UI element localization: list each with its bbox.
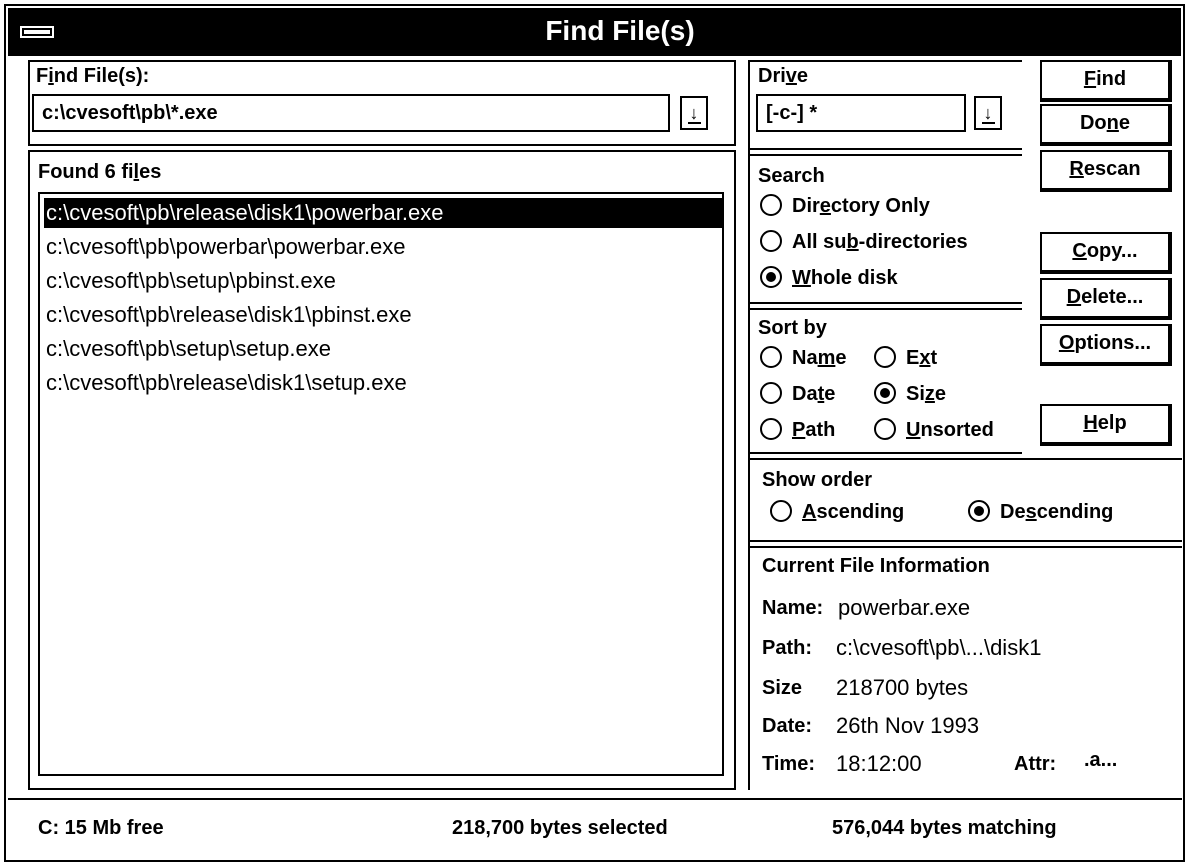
search-directory-only-label[interactable]: Directory Only xyxy=(792,194,930,218)
drive-label: Drive xyxy=(758,65,809,87)
found-files-list[interactable]: c:\cvesoft\pb\release\disk1\powerbar.exe… xyxy=(38,192,724,776)
info-size-value: 218700 bytes xyxy=(836,675,969,700)
show-order-title: Show order xyxy=(762,469,873,491)
drive-dropdown-button[interactable]: ↓ xyxy=(974,96,1002,130)
find-files-label: Find File(s): xyxy=(36,65,150,87)
info-group-top xyxy=(748,546,1182,548)
list-item[interactable]: c:\cvesoft\pb\release\disk1\powerbar.exe xyxy=(44,198,722,228)
sort-ext-label[interactable]: Ext xyxy=(906,346,937,370)
list-item[interactable]: c:\cvesoft\pb\setup\pbinst.exe xyxy=(44,266,336,296)
sort-ext-radio[interactable] xyxy=(874,346,896,368)
search-title: Search xyxy=(758,165,825,187)
drive-select[interactable]: [-c-] * xyxy=(756,94,966,132)
window-title: Find File(s) xyxy=(545,15,695,46)
done-button[interactable]: Done xyxy=(1040,104,1172,146)
sort-date-radio[interactable] xyxy=(760,382,782,404)
sort-size-label[interactable]: Size xyxy=(906,382,946,406)
find-button[interactable]: Find xyxy=(1040,60,1172,102)
sort-group-bottom xyxy=(748,452,1022,454)
info-time-label: Time: xyxy=(762,753,815,775)
list-item[interactable]: c:\cvesoft\pb\powerbar\powerbar.exe xyxy=(44,232,406,262)
order-ascending-label[interactable]: Ascending xyxy=(802,500,904,524)
status-bytes-matching: 576,044 bytes matching xyxy=(832,817,1057,839)
right-panel-divider xyxy=(748,60,750,790)
sort-name-label[interactable]: Name xyxy=(792,346,847,370)
info-path-value: c:\cvesoft\pb\...\disk1 xyxy=(836,635,1042,660)
info-time-value: 18:12:00 xyxy=(836,751,922,776)
dropdown-arrow-icon: ↓ xyxy=(981,103,995,124)
search-group-top xyxy=(748,154,1022,156)
options-button[interactable]: Options... xyxy=(1040,324,1172,366)
find-files-input[interactable]: c:\cvesoft\pb\*.exe xyxy=(32,94,670,132)
found-files-label: Found 6 files xyxy=(38,161,162,183)
info-path-label: Path: xyxy=(762,637,812,659)
sort-name-radio[interactable] xyxy=(760,346,782,368)
search-group-bottom xyxy=(748,302,1022,304)
status-bar-top xyxy=(8,798,1182,800)
order-ascending-radio[interactable] xyxy=(770,500,792,522)
info-attr-value: .a... xyxy=(1084,749,1118,771)
list-item[interactable]: c:\cvesoft\pb\setup\setup.exe xyxy=(44,334,331,364)
order-descending-label[interactable]: Descending xyxy=(1000,500,1113,524)
status-free-space: C: 15 Mb free xyxy=(38,817,164,839)
rescan-button[interactable]: Rescan xyxy=(1040,150,1172,192)
find-files-dropdown-button[interactable]: ↓ xyxy=(680,96,708,130)
sort-group-top xyxy=(748,308,1022,310)
info-title: Current File Information xyxy=(762,555,990,577)
info-size-label: Size xyxy=(762,677,803,699)
sort-title: Sort by xyxy=(758,317,827,339)
help-button[interactable]: Help xyxy=(1040,404,1172,446)
list-item[interactable]: c:\cvesoft\pb\release\disk1\setup.exe xyxy=(44,368,407,398)
sort-path-label[interactable]: Path xyxy=(792,418,835,442)
sort-path-radio[interactable] xyxy=(760,418,782,440)
system-menu-icon xyxy=(20,26,54,38)
show-order-group-bottom xyxy=(748,540,1182,542)
search-all-subdirectories-radio[interactable] xyxy=(760,230,782,252)
sort-date-label[interactable]: Date xyxy=(792,382,835,406)
search-directory-only-radio[interactable] xyxy=(760,194,782,216)
show-order-group-top xyxy=(748,458,1182,460)
status-bytes-selected: 218,700 bytes selected xyxy=(452,817,668,839)
dropdown-arrow-icon: ↓ xyxy=(687,103,701,124)
info-name-value: powerbar.exe xyxy=(838,595,971,620)
drive-group-top xyxy=(748,60,1022,62)
delete-button[interactable]: Delete... xyxy=(1040,278,1172,320)
info-name-label: Name: xyxy=(762,597,824,619)
sort-unsorted-radio[interactable] xyxy=(874,418,896,440)
search-whole-disk-radio[interactable] xyxy=(760,266,782,288)
copy-button[interactable]: Copy... xyxy=(1040,232,1172,274)
info-attr-label: Attr: xyxy=(1014,753,1057,775)
drive-group-bottom xyxy=(748,148,1022,150)
list-item[interactable]: c:\cvesoft\pb\release\disk1\pbinst.exe xyxy=(44,300,412,330)
info-date-value: 26th Nov 1993 xyxy=(836,713,980,738)
sort-unsorted-label[interactable]: Unsorted xyxy=(906,418,994,442)
search-all-subdirectories-label[interactable]: All sub-directories xyxy=(792,230,968,254)
search-whole-disk-label[interactable]: Whole disk xyxy=(792,266,898,290)
info-date-label: Date: xyxy=(762,715,813,737)
order-descending-radio[interactable] xyxy=(968,500,990,522)
sort-size-radio[interactable] xyxy=(874,382,896,404)
